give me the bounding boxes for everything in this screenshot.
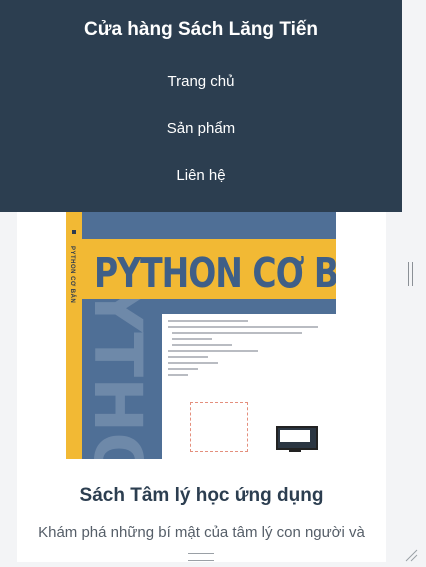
page-line <box>168 356 208 358</box>
page-line <box>168 362 218 364</box>
cover-spine-mark <box>72 230 76 234</box>
page-line <box>168 326 318 328</box>
cover-title: PYTHON CƠ BẢN <box>94 248 336 297</box>
product-title[interactable]: Sách Tâm lý học ứng dụng <box>17 485 386 507</box>
monitor-icon <box>276 426 318 450</box>
page-line <box>168 368 198 370</box>
nav-link-contact[interactable]: Liên hệ <box>0 167 402 184</box>
resize-grip-icon[interactable] <box>404 548 418 562</box>
page-line <box>172 338 212 340</box>
nav-link-products[interactable]: Sản phẩm <box>0 120 402 137</box>
page-diagram <box>190 402 248 452</box>
scrollbar[interactable] <box>402 0 426 562</box>
nav-link-home[interactable]: Trang chủ <box>0 73 402 90</box>
site-header: Cửa hàng Sách Lăng Tiến Trang chủ Sản ph… <box>0 0 402 212</box>
monitor-stand <box>289 449 301 452</box>
page-viewport: PYTHON CƠ BẢN PYTHON PYTHON CƠ BẢN Sách … <box>0 0 402 562</box>
page-line <box>168 320 248 322</box>
brand-title[interactable]: Cửa hàng Sách Lăng Tiến <box>0 19 402 41</box>
page-line <box>168 350 258 352</box>
product-cover-image[interactable]: PYTHON CƠ BẢN PYTHON PYTHON CƠ BẢN <box>66 212 336 459</box>
cover-spine-text: PYTHON CƠ BẢN <box>69 246 75 304</box>
monitor-screen <box>280 430 310 442</box>
page-line <box>168 374 188 376</box>
product-description: Khám phá những bí mật của tâm lý con ngư… <box>38 524 365 541</box>
drag-handle-icon[interactable] <box>188 553 214 561</box>
scrollbar-grip-icon[interactable] <box>408 262 413 286</box>
cover-page-preview <box>162 314 336 459</box>
page-line <box>172 332 302 334</box>
page-line <box>172 344 232 346</box>
